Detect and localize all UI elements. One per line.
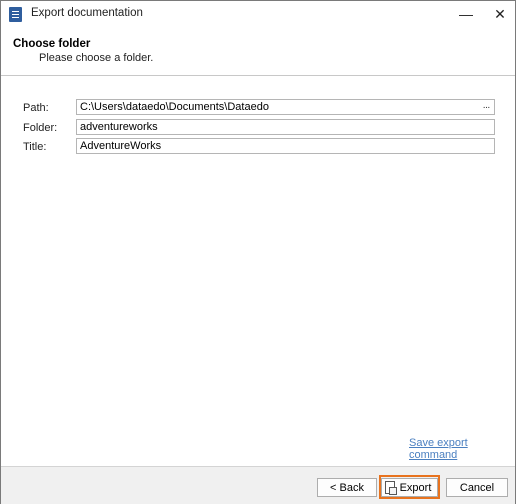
title-field[interactable]: AdventureWorks [76, 138, 495, 154]
minimize-icon: — [459, 6, 473, 22]
close-button[interactable]: ✕ [483, 1, 516, 27]
ellipsis-icon: ··· [482, 101, 491, 113]
path-field[interactable]: C:\Users\dataedo\Documents\Dataedo [76, 99, 495, 115]
title-label: Title: [23, 141, 47, 153]
folder-label: Folder: [23, 122, 58, 134]
close-icon: ✕ [494, 5, 506, 22]
page-subtitle: Please choose a folder. [39, 52, 154, 64]
dataedo-app-icon [9, 7, 22, 22]
title-bar: Export documentation — ✕ [1, 1, 515, 27]
export-button[interactable]: Export [381, 478, 438, 497]
export-document-icon [385, 481, 397, 495]
back-button[interactable]: < Back [317, 478, 377, 497]
export-documentation-dialog: Export documentation — ✕ Choose folder P… [0, 0, 516, 504]
page-title: Choose folder [13, 38, 91, 50]
folder-field[interactable]: adventureworks [76, 119, 495, 135]
path-label: Path: [23, 102, 49, 114]
minimize-button[interactable]: — [449, 1, 483, 27]
wizard-header: Choose folder Please choose a folder. [1, 27, 515, 76]
window-title: Export documentation [31, 7, 143, 19]
browse-button[interactable]: ··· [478, 100, 494, 114]
save-export-command-link[interactable]: Save export command [409, 437, 515, 461]
cancel-button[interactable]: Cancel [446, 478, 508, 497]
